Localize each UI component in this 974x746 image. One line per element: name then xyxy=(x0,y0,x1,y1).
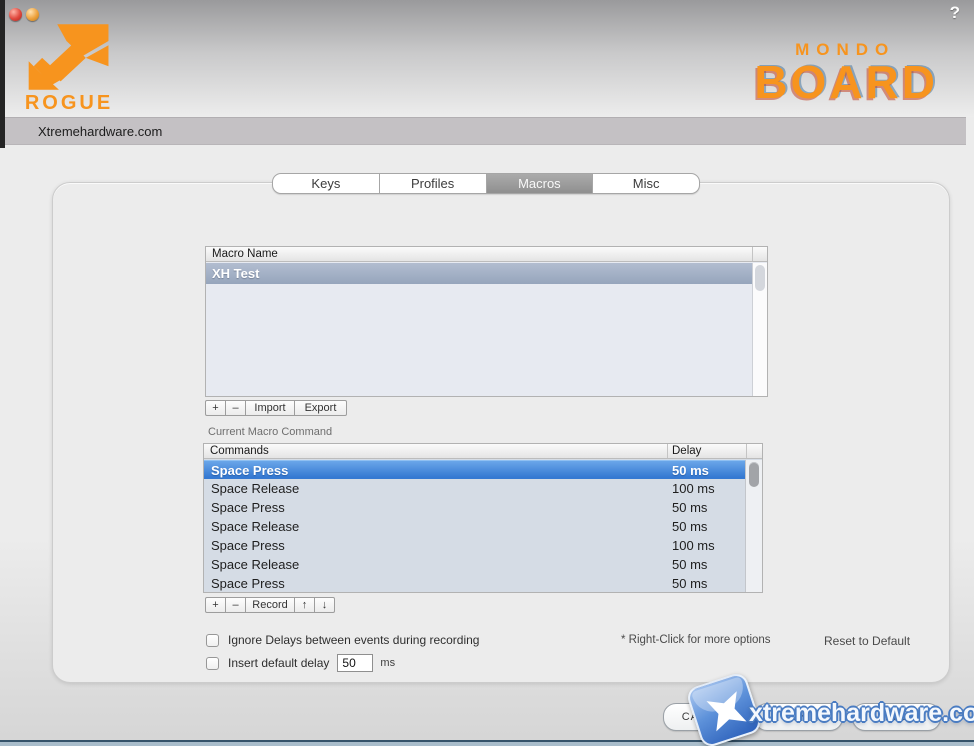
tab-keys[interactable]: Keys xyxy=(273,174,380,193)
macro-scrollbar[interactable] xyxy=(752,263,767,396)
insert-delay-checkbox[interactable] xyxy=(206,657,219,670)
tab-profiles[interactable]: Profiles xyxy=(380,174,487,193)
commands-table-body: Space Press 50 ms Space Release 100 ms S… xyxy=(204,460,762,592)
mondo-board-logo: MONDO BOARD xyxy=(754,40,938,104)
command-cell: Space Press xyxy=(211,463,288,478)
xtremehardware-watermark: xtremehardware.com xyxy=(749,699,974,728)
command-remove-button[interactable]: – xyxy=(225,597,246,613)
command-row[interactable]: Space Release 50 ms xyxy=(204,555,762,574)
site-banner-text: Xtremehardware.com xyxy=(38,124,162,139)
command-toolbar: + – Record ↑ ↓ xyxy=(205,597,335,613)
command-cell: Space Press xyxy=(211,500,285,515)
screen-bottom-edge xyxy=(0,740,974,746)
rogue-logo: ROGUE xyxy=(24,24,114,115)
delay-cell: 50 ms xyxy=(672,557,707,572)
screen-edge xyxy=(0,0,5,148)
macro-scrollbar-thumb[interactable] xyxy=(755,265,765,291)
delay-cell: 50 ms xyxy=(672,463,709,478)
macro-name-header: Macro Name xyxy=(206,247,767,262)
site-banner: Xtremehardware.com xyxy=(5,117,966,145)
tab-misc[interactable]: Misc xyxy=(593,174,699,193)
header: ? ROGUE MONDO BOARD xyxy=(0,0,974,117)
command-cell: Space Press xyxy=(211,538,285,553)
insert-delay-label: Insert default delay xyxy=(228,656,329,670)
commands-column-header: Commands xyxy=(210,445,269,457)
command-cell: Space Press xyxy=(211,576,285,591)
reset-to-default-button[interactable]: Reset to Default xyxy=(824,634,910,648)
delay-column-header: Delay xyxy=(672,445,701,457)
delay-cell: 50 ms xyxy=(672,519,707,534)
insert-delay-option: Insert default delay ms xyxy=(206,654,395,672)
macro-scrollbar-header xyxy=(752,247,767,261)
ignore-delays-checkbox[interactable] xyxy=(206,634,219,647)
minimize-window-button[interactable] xyxy=(26,8,39,21)
delay-cell: 100 ms xyxy=(672,481,715,496)
command-row[interactable]: Space Press 50 ms xyxy=(204,574,762,593)
commands-table: Commands Delay Space Press 50 ms Space R… xyxy=(203,443,763,593)
ignore-delays-label: Ignore Delays between events during reco… xyxy=(228,633,479,647)
delay-unit-label: ms xyxy=(380,657,395,669)
macro-remove-button[interactable]: – xyxy=(225,400,246,416)
command-add-button[interactable]: + xyxy=(205,597,226,613)
macro-name-header-label: Macro Name xyxy=(206,248,752,260)
macro-export-button[interactable]: Export xyxy=(294,400,347,416)
rogue-wordmark: ROGUE xyxy=(24,92,114,115)
commands-scrollbar-thumb[interactable] xyxy=(749,462,759,487)
command-row[interactable]: Space Press 100 ms xyxy=(204,536,762,555)
delay-cell: 50 ms xyxy=(672,576,707,591)
command-cell: Space Release xyxy=(211,519,299,534)
default-delay-input[interactable] xyxy=(337,654,373,672)
rogue-arrow-icon xyxy=(27,24,111,90)
command-row[interactable]: Space Release 50 ms xyxy=(204,517,762,536)
move-down-button[interactable]: ↓ xyxy=(314,597,335,613)
right-click-hint: * Right-Click for more options xyxy=(621,634,771,646)
macro-import-button[interactable]: Import xyxy=(245,400,295,416)
delay-cell: 50 ms xyxy=(672,500,707,515)
tab-bar: Keys Profiles Macros Misc xyxy=(272,173,700,194)
move-up-button[interactable]: ↑ xyxy=(294,597,315,613)
tab-macros[interactable]: Macros xyxy=(487,174,594,193)
macro-row-selected[interactable]: XH Test xyxy=(206,263,753,284)
column-divider xyxy=(667,444,668,458)
command-row[interactable]: Space Release 100 ms xyxy=(204,479,762,498)
command-cell: Space Release xyxy=(211,557,299,572)
app-window: ? ROGUE MONDO BOARD Xtremehardware.com xyxy=(0,0,974,746)
macro-name-table: Macro Name XH Test xyxy=(205,246,768,397)
help-icon[interactable]: ? xyxy=(950,3,960,23)
board-wordmark: BOARD xyxy=(754,60,938,104)
ignore-delays-option: Ignore Delays between events during reco… xyxy=(206,633,479,647)
delay-cell: 100 ms xyxy=(672,538,715,553)
commands-table-header: Commands Delay xyxy=(204,444,762,459)
macro-list-toolbar: + – Import Export xyxy=(205,400,347,416)
current-macro-command-label: Current Macro Command xyxy=(208,426,332,438)
command-row[interactable]: Space Press 50 ms xyxy=(204,460,762,479)
record-button[interactable]: Record xyxy=(245,597,295,613)
commands-scrollbar[interactable] xyxy=(745,460,762,592)
macro-add-button[interactable]: + xyxy=(205,400,226,416)
command-row[interactable]: Space Press 50 ms xyxy=(204,498,762,517)
column-divider xyxy=(746,444,747,458)
close-window-button[interactable] xyxy=(9,8,22,21)
command-cell: Space Release xyxy=(211,481,299,496)
